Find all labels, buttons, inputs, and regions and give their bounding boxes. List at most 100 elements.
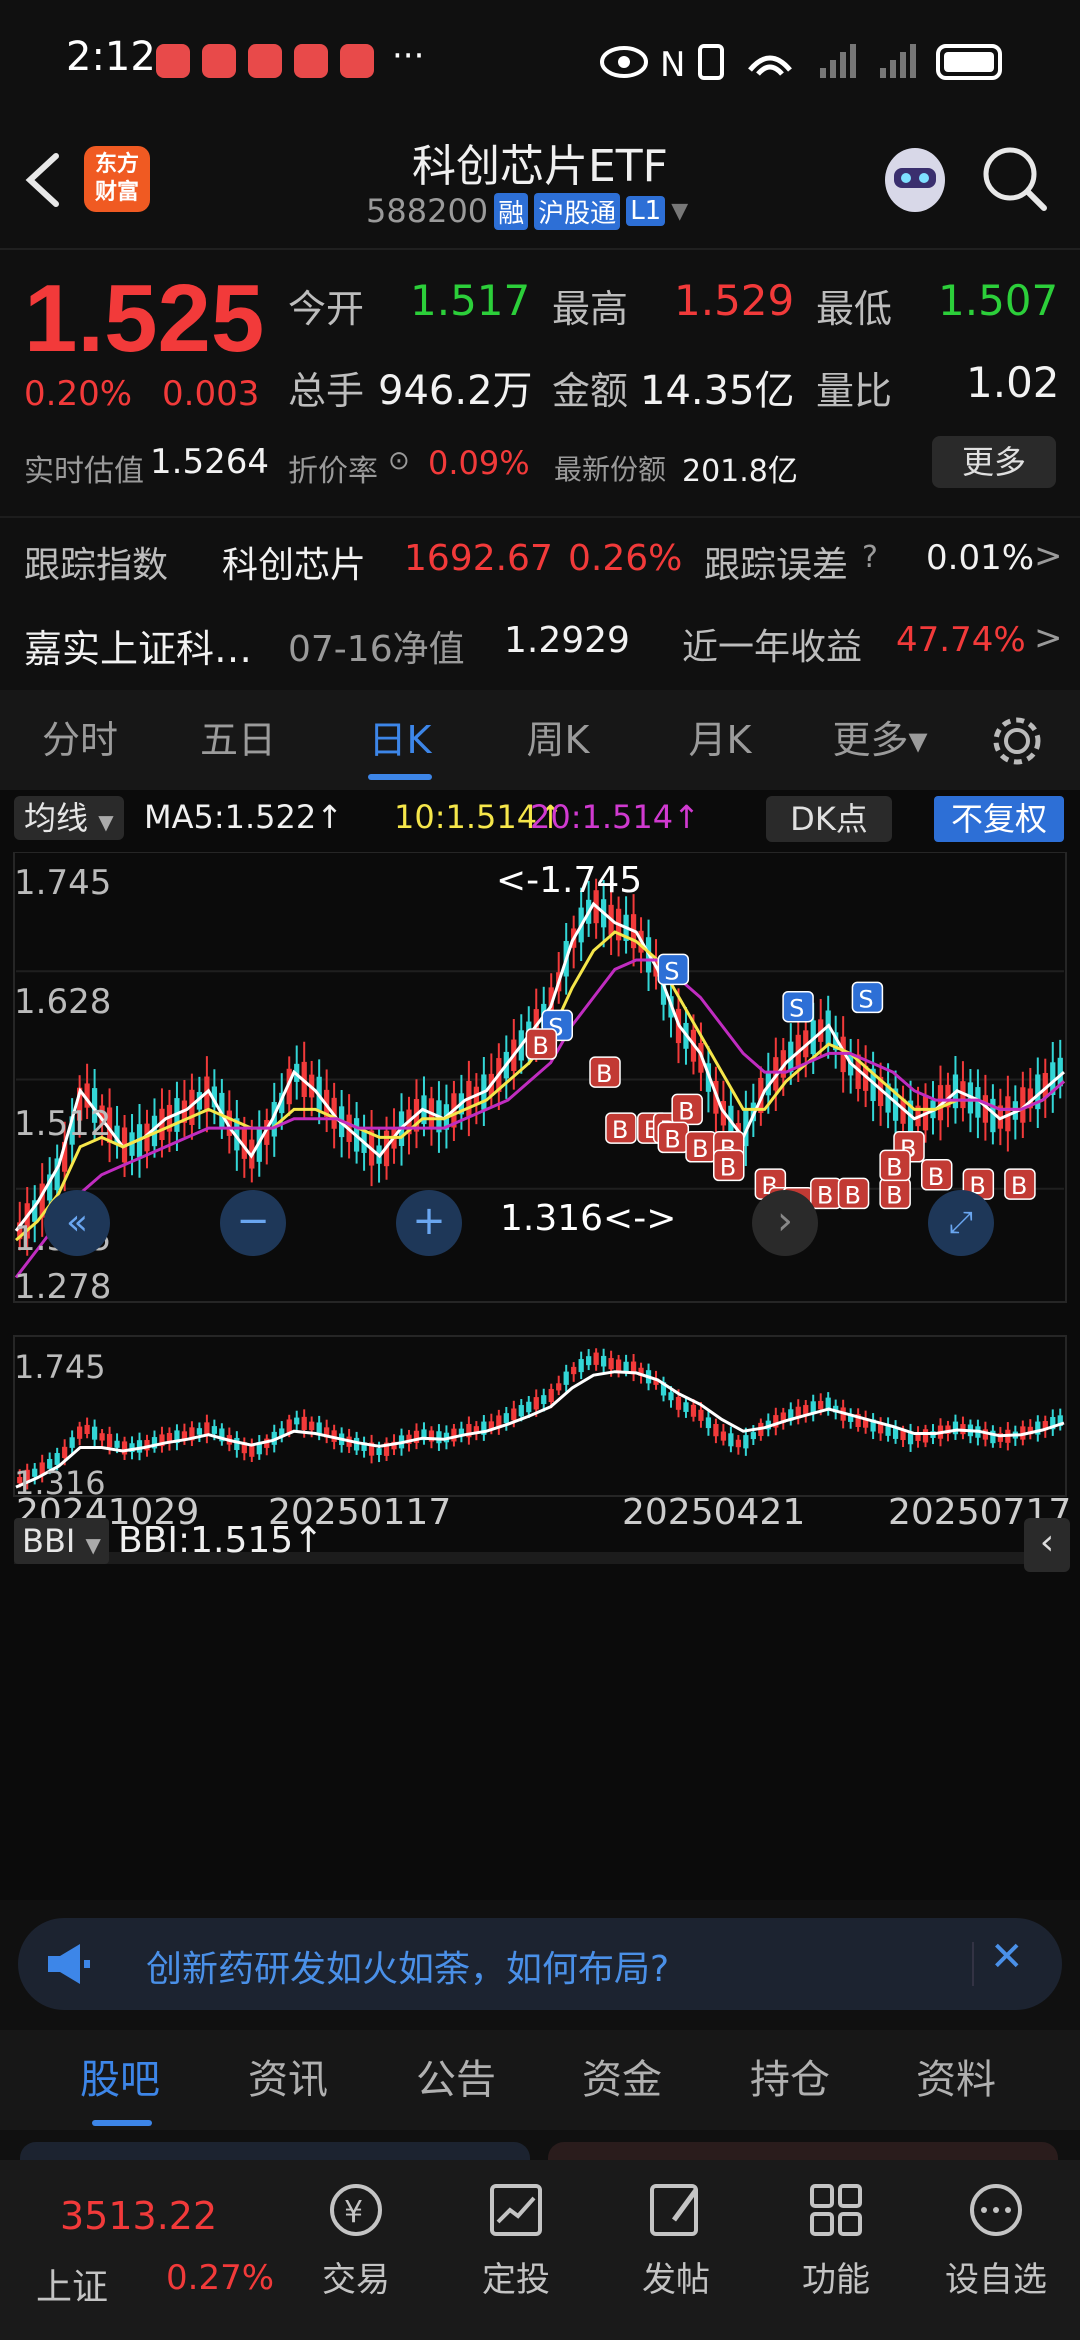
robot-assistant-icon[interactable] bbox=[880, 140, 950, 220]
ma-selector[interactable]: 均线 ▼ bbox=[14, 796, 124, 840]
index-name: 上证 bbox=[36, 2267, 109, 2308]
track-index-label: 跟踪指数 bbox=[24, 545, 169, 586]
kline-chart[interactable]: SBBBBBSBBBBBBBBBBBSSBBBBB 1.745 1.628 1.… bbox=[0, 852, 1080, 1892]
buy-signal: B bbox=[879, 1149, 911, 1181]
tab-weekly-k[interactable]: 周K bbox=[498, 690, 618, 790]
tab-forum[interactable]: 股吧 bbox=[60, 2030, 180, 2130]
caret-down-icon[interactable]: ▼ bbox=[671, 199, 688, 224]
shares-label: 最新份额 bbox=[554, 453, 667, 486]
zoom-out-icon[interactable]: − bbox=[220, 1190, 286, 1256]
tab-holdings[interactable]: 持仓 bbox=[730, 2030, 850, 2130]
page-title: 科创芯片ETF bbox=[412, 141, 668, 192]
tab-announcements[interactable]: 公告 bbox=[396, 2030, 516, 2130]
svg-text:S: S bbox=[858, 985, 873, 1013]
sub-candle-body bbox=[114, 1440, 120, 1448]
sub-candle-body bbox=[705, 1417, 712, 1429]
collapse-left-icon[interactable]: ‹ bbox=[1024, 1518, 1070, 1572]
security-info: 588200 融 沪股通 L1 ▼ bbox=[366, 192, 688, 230]
adjust-mode-button[interactable]: 不复权 bbox=[934, 796, 1064, 842]
sub-candle-body bbox=[136, 1440, 143, 1453]
tab-more[interactable]: 更多▾ bbox=[820, 690, 940, 790]
sell-signal: S bbox=[782, 990, 814, 1023]
buy-signal: B bbox=[837, 1177, 870, 1209]
sub-candlestick-series bbox=[17, 1348, 1063, 1490]
fullscreen-icon[interactable]: ⤢ bbox=[928, 1190, 994, 1256]
volume-label: 总手 bbox=[288, 369, 365, 413]
chevron-right-icon[interactable]: > bbox=[1034, 618, 1063, 658]
scroll-left-icon[interactable]: « bbox=[44, 1190, 110, 1256]
sell-signal: S bbox=[851, 981, 884, 1013]
sub-candle-body bbox=[571, 1366, 577, 1375]
tab-monthly-k[interactable]: 月K bbox=[660, 690, 780, 790]
nav-watchlist-label: 设自选 bbox=[945, 2260, 1047, 2300]
megaphone-icon bbox=[48, 1944, 90, 1984]
buy-signal: B bbox=[685, 1131, 717, 1163]
fund-name[interactable]: 嘉实上证科… bbox=[24, 618, 252, 673]
dk-point-button[interactable]: DK点 bbox=[766, 796, 892, 842]
svg-text:B: B bbox=[612, 1116, 628, 1144]
bbi-polyline bbox=[15, 1370, 1065, 1489]
track-index-value: 1692.67 bbox=[404, 538, 553, 579]
nav-post[interactable]: 发帖 bbox=[616, 2180, 736, 2301]
sub-candle-body bbox=[900, 1430, 906, 1441]
scroll-right-icon[interactable]: › bbox=[752, 1190, 818, 1256]
track-error-value: 0.01% bbox=[926, 538, 1035, 578]
tab-intraday[interactable]: 分时 bbox=[20, 690, 140, 790]
change-percent: 0.20% bbox=[24, 374, 133, 414]
more-info-icon[interactable]: ⊙ bbox=[388, 446, 410, 476]
banner-close-icon[interactable]: ✕ bbox=[990, 1934, 1024, 1980]
sub-candle-body bbox=[309, 1421, 315, 1431]
premium-value: 0.09% bbox=[428, 444, 530, 482]
more-notifications-icon: ··· bbox=[392, 36, 425, 76]
nav-trade[interactable]: ¥ 交易 bbox=[296, 2180, 416, 2301]
sub-candle-body bbox=[556, 1383, 562, 1391]
back-icon[interactable] bbox=[20, 150, 64, 210]
tab-profile[interactable]: 资料 bbox=[896, 2030, 1016, 2130]
search-icon[interactable] bbox=[980, 144, 1050, 214]
svg-text:B: B bbox=[928, 1163, 944, 1191]
nav-auto-invest[interactable]: 定投 bbox=[456, 2180, 576, 2301]
sub-candle-body bbox=[615, 1359, 622, 1372]
sub-candle-body bbox=[623, 1361, 629, 1372]
more-button[interactable]: 更多 bbox=[932, 436, 1056, 488]
sub-candle-body bbox=[518, 1405, 524, 1417]
high-label: 最高 bbox=[552, 287, 629, 331]
tab-news[interactable]: 资讯 bbox=[228, 2030, 348, 2130]
sub-candle-body bbox=[690, 1404, 697, 1417]
status-time: 2:12 bbox=[66, 34, 156, 80]
sub-candle-body bbox=[249, 1445, 255, 1457]
track-index-name[interactable]: 科创芯片 bbox=[222, 536, 366, 588]
sub-candle-body bbox=[563, 1371, 569, 1385]
sell-signal: S bbox=[657, 953, 690, 985]
last-price: 1.525 bbox=[24, 265, 265, 372]
y-tick-label: 1.745 bbox=[14, 863, 111, 903]
track-index-pct: 0.26% bbox=[568, 538, 683, 579]
period-tabs: 分时 五日 日K 周K 月K 更多▾ bbox=[0, 690, 1080, 790]
sub-candle-body bbox=[728, 1433, 734, 1447]
open-label: 今开 bbox=[288, 287, 365, 331]
svg-text:B: B bbox=[678, 1097, 694, 1125]
tab-capital-flow[interactable]: 资金 bbox=[562, 2030, 682, 2130]
buy-signal: B bbox=[657, 1121, 690, 1153]
zoom-in-icon[interactable]: + bbox=[396, 1190, 462, 1256]
svg-text:B: B bbox=[1011, 1172, 1027, 1200]
premium-label: 折价率 bbox=[288, 454, 378, 489]
sub-candle-body bbox=[451, 1428, 457, 1442]
settings-gear-icon[interactable] bbox=[990, 714, 1044, 768]
tab-five-day[interactable]: 五日 bbox=[178, 690, 298, 790]
system-status-icons: N bbox=[600, 44, 1002, 84]
eastmoney-logo: 东方 财富 bbox=[84, 146, 150, 212]
news-banner[interactable]: 创新药研发如火如荼，如何布局? ✕ bbox=[18, 1918, 1062, 2010]
index-value[interactable]: 3513.22 bbox=[60, 2194, 217, 2238]
app-notification-icon bbox=[248, 44, 282, 78]
sub-chart-frame bbox=[13, 1335, 1067, 1497]
svg-text:B: B bbox=[845, 1181, 861, 1209]
nav-watchlist[interactable]: 设自选 bbox=[936, 2180, 1056, 2301]
nav-functions[interactable]: 功能 bbox=[776, 2180, 896, 2301]
yield-label: 近一年收益 bbox=[682, 627, 863, 668]
help-icon[interactable]: ? bbox=[862, 540, 878, 575]
indicator-selector[interactable]: BBI ▼ bbox=[14, 1518, 109, 1564]
chevron-right-icon[interactable]: > bbox=[1034, 536, 1063, 576]
sub-candle-body bbox=[69, 1437, 75, 1448]
svg-text:¥: ¥ bbox=[344, 2195, 363, 2230]
